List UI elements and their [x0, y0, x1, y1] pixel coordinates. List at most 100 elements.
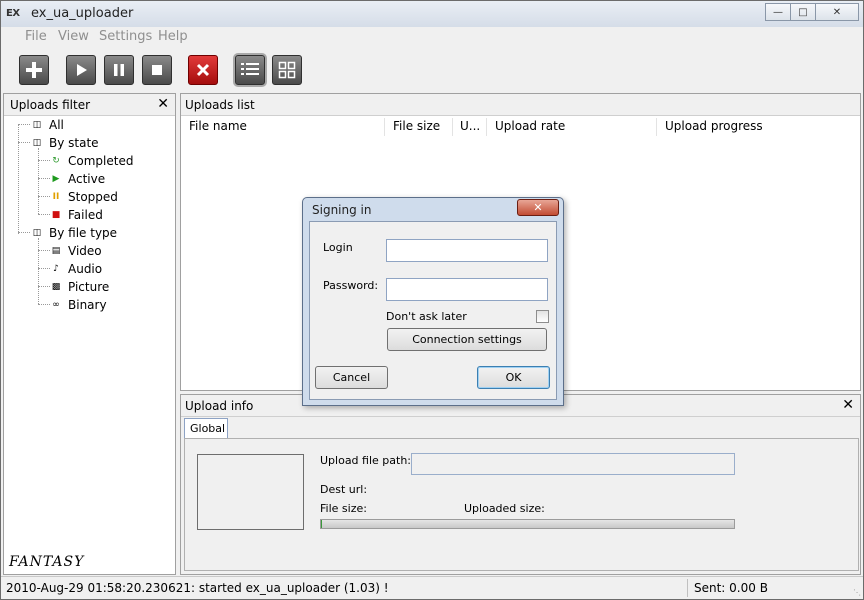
status-sent: Sent: 0.00 B	[694, 581, 768, 595]
pause-button[interactable]	[104, 55, 134, 85]
filter-all[interactable]: ◫ All	[31, 116, 64, 134]
tree-line	[38, 250, 50, 251]
close-icon: ✕	[832, 6, 842, 18]
stop-icon	[152, 65, 162, 75]
caption-buttons: — □ ✕	[765, 3, 859, 21]
close-info-panel-icon[interactable]: ✕	[842, 397, 854, 413]
uploads-filter-title: Uploads filter	[10, 98, 91, 112]
close-window-button[interactable]: ✕	[815, 3, 859, 21]
resize-grip-icon[interactable]: ⋱	[853, 588, 861, 597]
tree-line	[38, 196, 50, 197]
uploaded-size-label: Uploaded size:	[464, 502, 545, 515]
refresh-icon: ↻	[52, 156, 60, 166]
upload-progress-bar	[320, 519, 735, 529]
menu-view[interactable]: View	[58, 29, 89, 44]
filter-failed[interactable]: ■ Failed	[50, 206, 103, 224]
app-icon: EX	[6, 8, 20, 19]
add-upload-button[interactable]	[19, 55, 49, 85]
uploads-filter-panel: Uploads filter ✕ ◫ All ◫ By state ↻ Comp…	[3, 93, 176, 575]
login-input[interactable]	[386, 239, 548, 262]
tree-line	[38, 304, 50, 305]
tree-line	[38, 268, 50, 269]
tree-line	[38, 238, 39, 304]
dont-ask-checkbox[interactable]	[536, 310, 549, 323]
delete-icon	[196, 63, 210, 77]
login-label: Login	[323, 241, 353, 254]
tree-line	[38, 160, 50, 161]
filter-active-label: Active	[68, 172, 106, 186]
video-icon: ▤	[51, 246, 61, 256]
column-divider[interactable]	[656, 118, 657, 136]
upload-preview	[197, 454, 304, 530]
binary-icon: ∞	[52, 300, 60, 310]
column-u[interactable]: U...	[460, 119, 480, 133]
tree-line	[38, 214, 50, 215]
tree-line	[38, 148, 39, 214]
filter-by-state[interactable]: ◫ By state	[31, 134, 99, 152]
maximize-button[interactable]: □	[790, 3, 816, 21]
menu-help[interactable]: Help	[158, 29, 188, 44]
filter-all-label: All	[49, 118, 64, 132]
play-icon	[77, 64, 87, 76]
status-message: 2010-Aug-29 01:58:20.230621: started ex_…	[6, 581, 389, 595]
ok-button[interactable]: OK	[477, 366, 550, 389]
filter-by-file-type[interactable]: ◫ By file type	[31, 224, 117, 242]
tree-line	[18, 232, 30, 233]
upload-file-path-field[interactable]	[411, 453, 735, 475]
stop-button[interactable]	[142, 55, 172, 85]
delete-upload-button[interactable]	[188, 55, 218, 85]
document-icon: ◫	[32, 228, 42, 238]
filter-failed-label: Failed	[68, 208, 103, 222]
column-divider[interactable]	[384, 118, 385, 136]
filter-active[interactable]: ▶ Active	[50, 170, 106, 188]
filter-audio-label: Audio	[68, 262, 103, 276]
column-upload-progress[interactable]: Upload progress	[665, 119, 763, 133]
column-divider[interactable]	[452, 118, 453, 136]
column-file-size[interactable]: File size	[393, 119, 440, 133]
status-divider	[687, 579, 688, 597]
uploads-list-columns: File name File size U... Upload rate Upl…	[181, 116, 860, 136]
tree-line	[18, 142, 30, 143]
list-view-button[interactable]	[235, 55, 265, 85]
filter-binary[interactable]: ∞ Binary	[50, 296, 106, 314]
column-file-name[interactable]: File name	[189, 119, 247, 133]
document-icon: ◫	[32, 120, 42, 130]
tree-line	[38, 178, 50, 179]
column-divider[interactable]	[486, 118, 487, 136]
filter-completed[interactable]: ↻ Completed	[50, 152, 133, 170]
tab-global[interactable]: Global	[184, 418, 228, 439]
menu-file[interactable]: File	[25, 29, 47, 44]
list-view-icon	[241, 63, 259, 75]
close-filter-panel-icon[interactable]: ✕	[157, 96, 169, 112]
column-upload-rate[interactable]: Upload rate	[495, 119, 565, 133]
filter-by-state-label: By state	[49, 136, 99, 150]
title-bar: EX ex_ua_uploader — □ ✕	[1, 1, 863, 27]
filter-by-file-type-label: By file type	[49, 226, 118, 240]
pause-icon	[114, 64, 124, 76]
dialog-close-button[interactable]: ✕	[517, 199, 559, 216]
uploads-filter-header: Uploads filter ✕	[4, 94, 175, 116]
dialog-title: Signing in	[312, 203, 372, 217]
filter-audio[interactable]: ♪ Audio	[50, 260, 102, 278]
connection-settings-button[interactable]: Connection settings	[387, 328, 547, 351]
menu-bar: File View Settings Help	[1, 27, 863, 47]
minimize-button[interactable]: —	[765, 3, 791, 21]
menu-settings[interactable]: Settings	[99, 29, 152, 44]
signing-in-dialog: Signing in ✕ Login Password: Don't ask l…	[302, 197, 564, 406]
start-button[interactable]	[66, 55, 96, 85]
filter-stopped[interactable]: II Stopped	[50, 188, 118, 206]
global-tab-content: Upload file path: Dest url: File size: U…	[184, 438, 859, 571]
grid-view-icon	[278, 61, 296, 79]
picture-icon: ▩	[51, 282, 61, 292]
window-title: ex_ua_uploader	[31, 6, 134, 21]
upload-progress-fill	[321, 520, 323, 528]
password-input[interactable]	[386, 278, 548, 301]
status-bar: 2010-Aug-29 01:58:20.230621: started ex_…	[1, 576, 863, 599]
grid-view-button[interactable]	[272, 55, 302, 85]
music-note-icon: ♪	[53, 264, 59, 274]
tree-line	[38, 286, 50, 287]
filter-picture[interactable]: ▩ Picture	[50, 278, 110, 296]
filter-video[interactable]: ▤ Video	[50, 242, 102, 260]
cancel-button[interactable]: Cancel	[315, 366, 388, 389]
close-icon: ✕	[533, 201, 543, 214]
